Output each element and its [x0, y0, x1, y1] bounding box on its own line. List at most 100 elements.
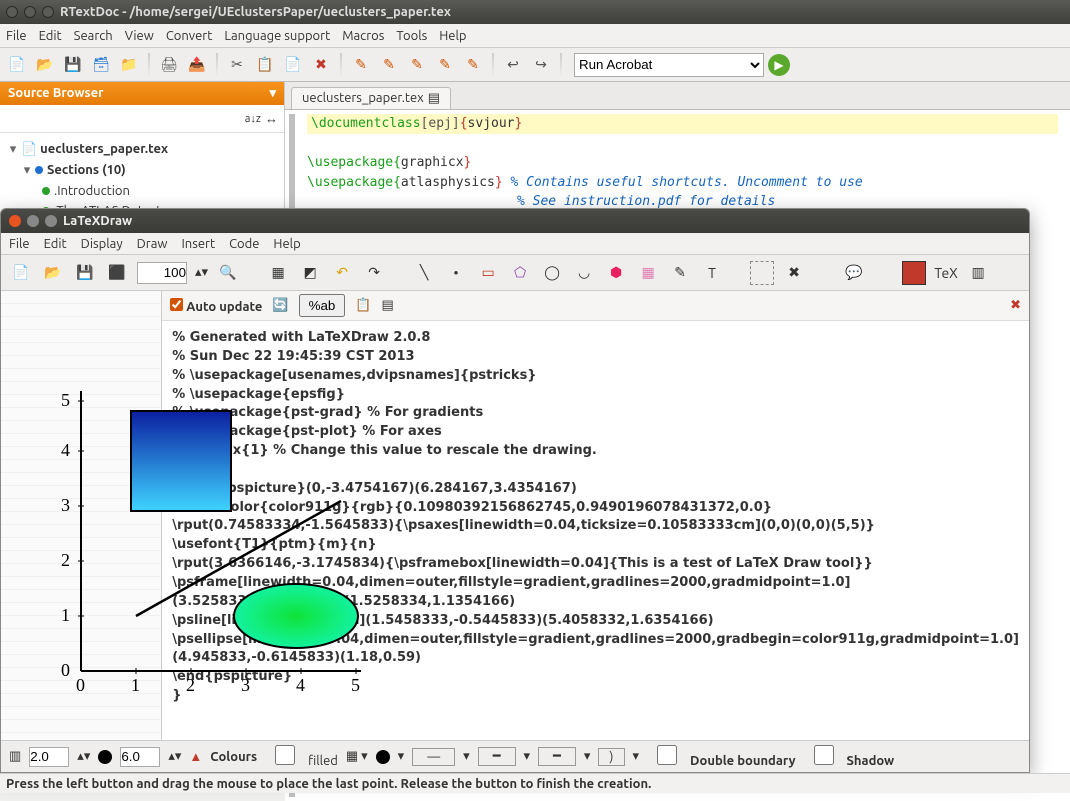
undo-icon[interactable]: ↩: [502, 54, 524, 76]
doc-icon[interactable]: ▤: [381, 298, 393, 313]
menu-help[interactable]: Help: [439, 29, 466, 43]
menu-edit[interactable]: Edit: [39, 29, 62, 43]
close-codepane-icon[interactable]: ✖: [1010, 298, 1021, 313]
sort-icon[interactable]: a↓z: [245, 113, 261, 125]
ld-grid2-icon[interactable]: ▦: [636, 261, 660, 285]
open-icon[interactable]: 📂: [34, 54, 56, 76]
copy-icon[interactable]: 📋: [254, 54, 276, 76]
ld-ellipse-icon[interactable]: ◯: [540, 261, 564, 285]
collapse-icon[interactable]: ↔: [265, 111, 278, 126]
menu-view[interactable]: View: [125, 29, 154, 43]
shadow-check[interactable]: Shadow: [804, 745, 895, 768]
redo-icon[interactable]: ↪: [530, 54, 552, 76]
ld-text-icon[interactable]: T: [700, 261, 724, 285]
linecolor-icon[interactable]: [376, 750, 390, 764]
ld-max-icon[interactable]: [45, 215, 57, 227]
ld-grid-icon[interactable]: ▦: [266, 261, 290, 285]
ld-redo-icon[interactable]: ↷: [362, 261, 386, 285]
colours-icon[interactable]: ▲: [189, 749, 202, 764]
refresh-icon[interactable]: 🔄: [272, 298, 288, 313]
ld-menu-draw[interactable]: Draw: [137, 237, 168, 251]
ld-export-icon[interactable]: ▥: [966, 261, 990, 285]
tree-root[interactable]: ueclusters_paper.tex: [40, 142, 168, 156]
export-icon[interactable]: 📤: [186, 54, 208, 76]
ld-select-icon[interactable]: [750, 261, 774, 285]
hatch2-icon[interactable]: ▦ ▾: [346, 749, 368, 764]
delete-icon[interactable]: ✖: [310, 54, 332, 76]
copy-code-icon[interactable]: 📋: [355, 298, 371, 313]
ld-poly-icon[interactable]: ⬠: [508, 261, 532, 285]
tree-item-intro[interactable]: .Introduction: [54, 184, 130, 198]
ld-rect-icon[interactable]: ▭: [476, 261, 500, 285]
ld-menu-insert[interactable]: Insert: [181, 237, 215, 251]
close-icon[interactable]: [6, 6, 18, 18]
linestyle2[interactable]: ━: [478, 747, 516, 766]
new-icon[interactable]: 📄: [6, 54, 28, 76]
ld-menu-edit[interactable]: Edit: [44, 237, 67, 251]
ld-min-icon[interactable]: [27, 215, 39, 227]
ld-bezier-icon[interactable]: ⬢: [604, 261, 628, 285]
ab-button[interactable]: %ab: [299, 294, 346, 317]
ld-menu-file[interactable]: File: [9, 237, 30, 251]
menu-language[interactable]: Language support: [224, 29, 330, 43]
latexdraw-canvas[interactable]: 012345 012345: [1, 291, 162, 740]
ld-tex-button[interactable]: TeX: [934, 261, 958, 285]
menu-macros[interactable]: Macros: [342, 29, 384, 43]
ld-close-icon[interactable]: [9, 215, 21, 227]
ld-magnify-icon[interactable]: 🔍: [216, 261, 240, 285]
menu-tools[interactable]: Tools: [396, 29, 427, 43]
wand1-icon[interactable]: ✎: [350, 54, 372, 76]
editor-tab[interactable]: ueclusters_paper.tex▤: [291, 87, 451, 109]
ld-undo-icon[interactable]: ↶: [330, 261, 354, 285]
ld-line-icon[interactable]: ╲: [412, 261, 436, 285]
minimize-icon[interactable]: [24, 6, 36, 18]
ld-zoom-input[interactable]: [137, 262, 187, 284]
ld-arc-icon[interactable]: ◡: [572, 261, 596, 285]
ld-open-icon[interactable]: 📂: [41, 261, 65, 285]
ld-dot-icon[interactable]: •: [444, 261, 468, 285]
ld-pdf-icon[interactable]: ⬛: [105, 261, 129, 285]
tree-sections[interactable]: Sections (10): [47, 163, 126, 177]
save-icon[interactable]: 💾: [62, 54, 84, 76]
menu-file[interactable]: File: [6, 29, 27, 43]
ld-save-icon[interactable]: 💾: [73, 261, 97, 285]
cut-icon[interactable]: ✂: [226, 54, 248, 76]
linewidth-input[interactable]: [29, 747, 69, 767]
ld-menu-display[interactable]: Display: [81, 237, 123, 251]
sidebar-menu-icon[interactable]: ▾: [269, 86, 276, 101]
menu-search[interactable]: Search: [74, 29, 113, 43]
ld-snap-icon[interactable]: ◩: [298, 261, 322, 285]
double-check[interactable]: Double boundary: [647, 745, 795, 768]
filled-check[interactable]: filled: [265, 745, 338, 768]
run-button[interactable]: ▶: [768, 54, 790, 76]
linestyle3[interactable]: ━: [538, 747, 576, 766]
ld-menu-help[interactable]: Help: [273, 237, 300, 251]
wand5-icon[interactable]: ✎: [462, 54, 484, 76]
autoupdate-check[interactable]: Auto update: [170, 298, 262, 314]
wand3-icon[interactable]: ✎: [406, 54, 428, 76]
ld-comment-icon[interactable]: 💬: [842, 261, 866, 285]
editor-tabbar: ueclusters_paper.tex▤: [285, 82, 1070, 110]
corner-icon[interactable]: ): [598, 748, 624, 766]
size-input[interactable]: [120, 747, 160, 767]
hatch-icon[interactable]: ▥: [9, 749, 21, 764]
ld-delete-icon[interactable]: ✖: [782, 261, 806, 285]
print-icon[interactable]: 🖨: [158, 54, 180, 76]
ld-new-icon[interactable]: 📄: [9, 261, 33, 285]
ld-freehand-icon[interactable]: ✎: [668, 261, 692, 285]
wand4-icon[interactable]: ✎: [434, 54, 456, 76]
ld-menu-code[interactable]: Code: [229, 237, 259, 251]
maximize-icon[interactable]: [42, 6, 54, 18]
save-all-icon[interactable]: 🗃: [90, 54, 112, 76]
folder-icon[interactable]: 📁: [118, 54, 140, 76]
ld-color-icon[interactable]: [902, 261, 926, 285]
ld-zoom-spin[interactable]: ▴▾: [195, 265, 208, 280]
fillcolor-icon[interactable]: [98, 750, 112, 764]
linestyle1[interactable]: —: [412, 748, 455, 766]
rtextdoc-titlebar: RTextDoc - /home/sergei/UEclustersPaper/…: [0, 0, 1070, 24]
wand2-icon[interactable]: ✎: [378, 54, 400, 76]
colours-label[interactable]: Colours: [210, 750, 257, 764]
paste-icon[interactable]: 📄: [282, 54, 304, 76]
menu-convert[interactable]: Convert: [166, 29, 213, 43]
run-selector[interactable]: Run Acrobat: [574, 53, 764, 77]
